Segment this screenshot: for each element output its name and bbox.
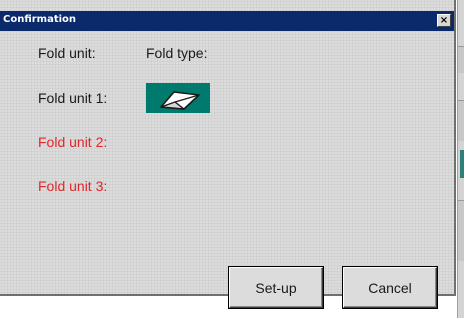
- fold-unit-header: Fold unit:: [38, 45, 96, 61]
- confirmation-dialog: Confirmation × Fold unit: Fold type: Fol…: [0, 0, 456, 308]
- fold-unit-2-label: Fold unit 2:: [38, 134, 108, 150]
- fold-unit-3-label: Fold unit 3:: [38, 178, 108, 194]
- background-segment: [458, 46, 464, 73]
- background-segment: [458, 100, 464, 141]
- background-segment: [458, 200, 464, 261]
- cancel-button[interactable]: Cancel: [343, 267, 437, 308]
- fold-shape-icon: [160, 91, 200, 110]
- title-bar: Confirmation ×: [0, 11, 454, 31]
- background-teal-marker: [460, 150, 464, 178]
- fold-type-header: Fold type:: [146, 45, 208, 61]
- fold-unit-1-label: Fold unit 1:: [38, 90, 108, 106]
- letter-fold-icon[interactable]: [146, 83, 210, 113]
- background-window-edge: [457, 0, 464, 318]
- setup-button[interactable]: Set-up: [229, 267, 323, 308]
- dialog-title: Confirmation: [3, 14, 77, 25]
- close-button[interactable]: ×: [437, 14, 451, 27]
